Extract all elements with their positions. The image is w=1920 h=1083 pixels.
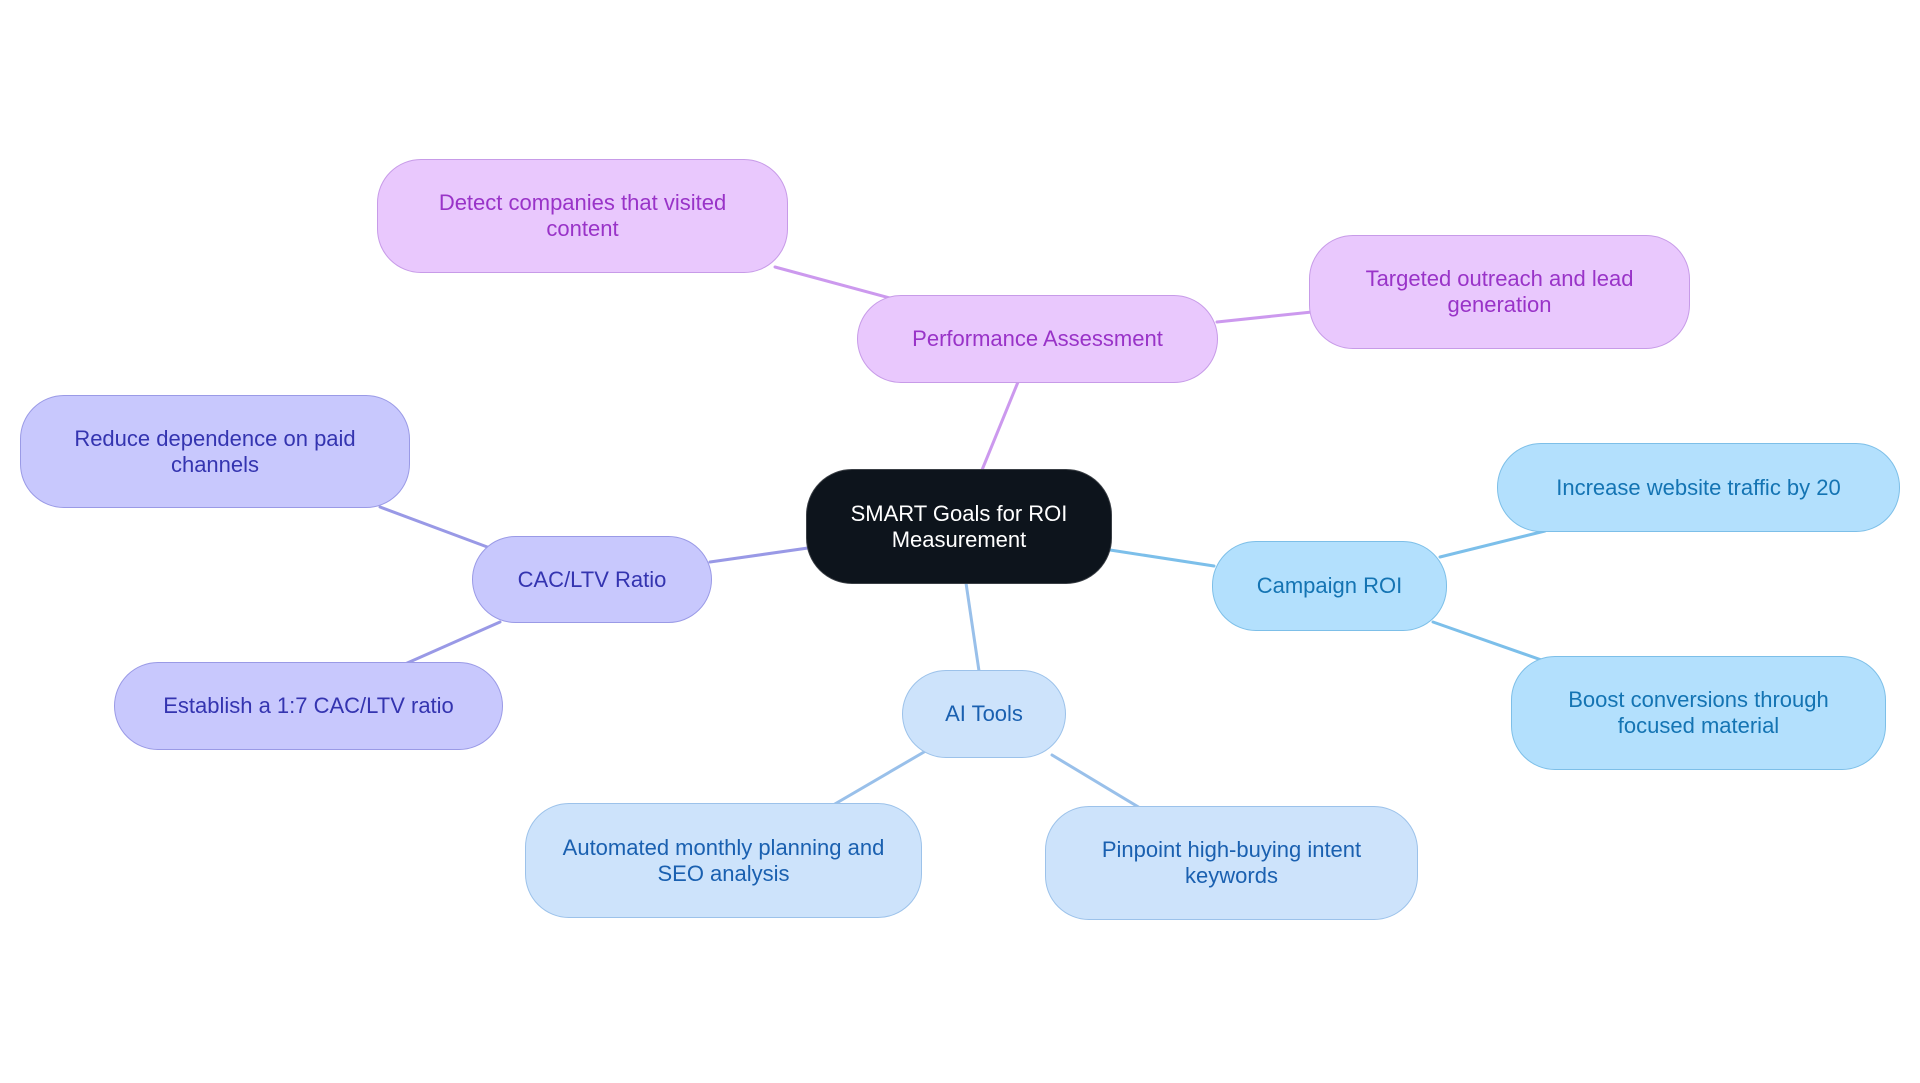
- leaf-pinpoint-keywords[interactable]: Pinpoint high-buying intent keywords: [1045, 806, 1418, 920]
- branch-label: Campaign ROI: [1256, 573, 1403, 598]
- branch-performance-assessment[interactable]: Performance Assessment: [857, 295, 1218, 383]
- edge-campaign-boost: [1431, 620, 1552, 665]
- branch-label: AI Tools: [945, 701, 1023, 726]
- leaf-increase-traffic[interactable]: Increase website traffic by 20: [1497, 443, 1900, 532]
- leaf-targeted-outreach[interactable]: Targeted outreach and lead generation: [1309, 235, 1690, 349]
- edge-root-campaign: [1108, 548, 1216, 568]
- edge-performance-targeted: [1215, 310, 1314, 324]
- leaf-boost-conversions[interactable]: Boost conversions through focused materi…: [1511, 656, 1886, 770]
- leaf-label: Reduce dependence on paid channels: [74, 425, 356, 477]
- branch-campaign-roi[interactable]: Campaign ROI: [1212, 541, 1447, 631]
- leaf-label: Boost conversions through focused materi…: [1568, 687, 1829, 738]
- leaf-label: Automated monthly planning and SEO analy…: [562, 834, 885, 886]
- leaf-label: Pinpoint high-buying intent keywords: [1101, 837, 1362, 888]
- leaf-establish-ratio[interactable]: Establish a 1:7 CAC/LTV ratio: [114, 662, 503, 750]
- edge-performance-detect: [773, 265, 892, 300]
- root-node[interactable]: SMART Goals for ROI Measurement: [806, 469, 1112, 584]
- branch-label: Performance Assessment: [912, 326, 1163, 351]
- leaf-label: Establish a 1:7 CAC/LTV ratio: [163, 693, 454, 718]
- edge-root-performance: [980, 380, 1020, 472]
- branch-cac-ltv-ratio[interactable]: CAC/LTV Ratio: [472, 536, 712, 623]
- edge-root-cac: [708, 546, 810, 564]
- leaf-label: Targeted outreach and lead generation: [1365, 266, 1634, 317]
- leaf-detect-companies[interactable]: Detect companies that visited content: [377, 159, 788, 273]
- edge-cac-establish: [403, 620, 502, 666]
- edge-ai-automated: [826, 750, 926, 810]
- leaf-automated-planning[interactable]: Automated monthly planning and SEO analy…: [525, 803, 922, 918]
- edge-root-ai: [964, 581, 981, 673]
- leaf-label: Detect companies that visited content: [438, 190, 727, 241]
- edge-cac-reduce: [378, 505, 492, 550]
- leaf-reduce-dependence[interactable]: Reduce dependence on paid channels: [20, 395, 410, 508]
- edge-campaign-increase: [1438, 529, 1547, 559]
- root-label: SMART Goals for ROI Measurement: [850, 500, 1068, 552]
- leaf-label: Increase website traffic by 20: [1556, 474, 1841, 500]
- branch-ai-tools[interactable]: AI Tools: [902, 670, 1066, 758]
- branch-label: CAC/LTV Ratio: [517, 566, 667, 592]
- edge-ai-pinpoint: [1050, 753, 1147, 813]
